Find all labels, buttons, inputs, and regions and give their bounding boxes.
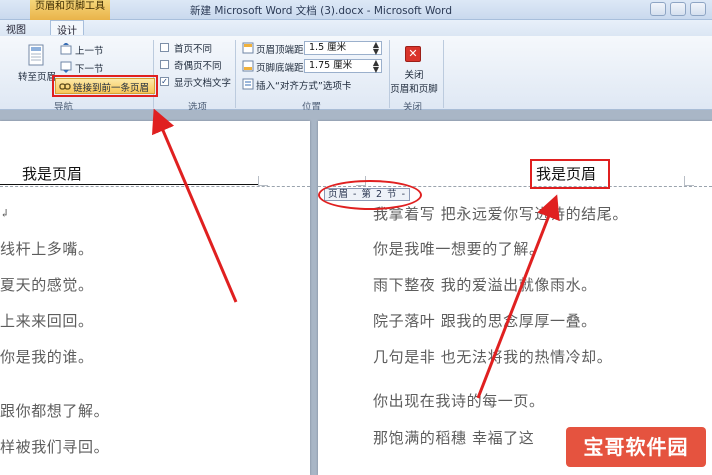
watermark-badge: 宝哥软件园 [566, 427, 706, 467]
annotation-arrow-right [476, 194, 560, 399]
annotation-arrow-left [152, 108, 238, 303]
annotation-arrows [152, 108, 560, 399]
watermark-text: 宝哥软件园 [583, 435, 689, 459]
